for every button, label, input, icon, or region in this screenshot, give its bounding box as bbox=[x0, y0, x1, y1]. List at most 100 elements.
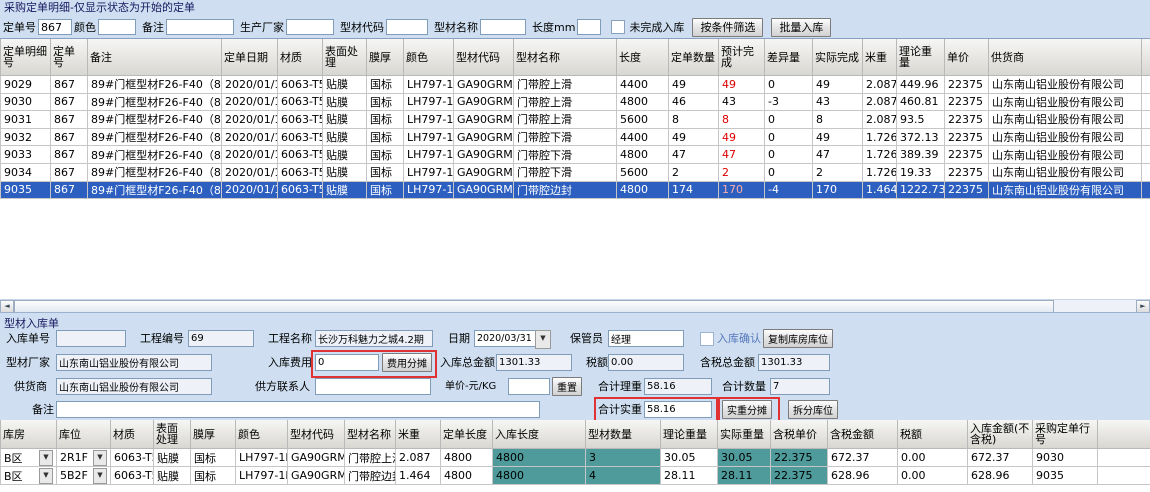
order-table-cell[interactable]: 9035 bbox=[1, 181, 51, 199]
order-table-cell[interactable]: 贴膜 bbox=[323, 146, 367, 164]
inbound-table-cell[interactable]: GA90GRM03 bbox=[288, 449, 345, 467]
order-table-cell[interactable]: 0 bbox=[765, 128, 813, 146]
order-table-cell[interactable]: 22375 bbox=[945, 181, 989, 199]
order-table-row[interactable]: 903286789#门框型材F26-F40（866+867）2020/01/13… bbox=[1, 128, 1150, 146]
inbound-table-cell[interactable]: 3 bbox=[586, 449, 661, 467]
order-table-cell[interactable] bbox=[1142, 146, 1150, 164]
order-table-cell[interactable]: 43 bbox=[719, 93, 765, 111]
order-table-cell[interactable]: 山东南山铝业股份有限公司 bbox=[989, 93, 1142, 111]
order-table-cell[interactable]: 2020/01/13 bbox=[222, 181, 278, 199]
order-table-cell[interactable]: 2.087 bbox=[863, 76, 897, 94]
inbound-table-cell[interactable]: 22.375 bbox=[771, 449, 828, 467]
order-table-cell[interactable]: 贴膜 bbox=[323, 111, 367, 129]
order-table-cell[interactable]: 9030 bbox=[1, 93, 51, 111]
order-table-cell[interactable]: 1.726 bbox=[863, 146, 897, 164]
order-table-cell[interactable]: 6063-T5 bbox=[278, 181, 323, 199]
order-table-cell[interactable]: 9034 bbox=[1, 163, 51, 181]
order-table-row[interactable]: 902986789#门框型材F26-F40（866+867）2020/01/13… bbox=[1, 76, 1150, 94]
inbound-table-cell[interactable]: 0.00 bbox=[898, 467, 968, 485]
order-table-cell[interactable]: LH797-1LL0 bbox=[404, 93, 454, 111]
order-table-cell[interactable]: 22375 bbox=[945, 93, 989, 111]
order-table-cell[interactable]: 国标 bbox=[367, 163, 404, 181]
theory-weight-input[interactable] bbox=[644, 378, 712, 395]
inbound-table-cell[interactable]: 贴膜 bbox=[154, 467, 191, 485]
unfinished-checkbox[interactable] bbox=[611, 20, 625, 34]
fee-input[interactable] bbox=[315, 354, 379, 371]
order-table-cell[interactable]: 22375 bbox=[945, 128, 989, 146]
order-table-cell[interactable]: LH797-1LL0 bbox=[404, 76, 454, 94]
order-table-cell[interactable]: 4800 bbox=[617, 93, 669, 111]
inbound-table-cell[interactable]: B区▼ bbox=[1, 467, 57, 485]
order-table-cell[interactable]: 山东南山铝业股份有限公司 bbox=[989, 111, 1142, 129]
order-table-row[interactable]: 903086789#门框型材F26-F40（866+867）2020/01/13… bbox=[1, 93, 1150, 111]
order-table-cell[interactable]: 5600 bbox=[617, 111, 669, 129]
order-table-cell[interactable]: 93.5 bbox=[897, 111, 945, 129]
order-table-cell[interactable]: 9029 bbox=[1, 76, 51, 94]
order-table-cell[interactable]: 贴膜 bbox=[323, 93, 367, 111]
fee-allocate-button[interactable]: 费用分摊 bbox=[382, 353, 432, 372]
order-table-cell[interactable]: 8 bbox=[669, 111, 719, 129]
order-table-cell[interactable]: 2 bbox=[669, 163, 719, 181]
order-table-cell[interactable]: 门带腔下滑 bbox=[514, 163, 617, 181]
order-table-cell[interactable]: GA90GRM03 bbox=[454, 111, 514, 129]
date-dropdown-icon[interactable]: ▼ bbox=[535, 330, 551, 349]
combo-dropdown-icon[interactable]: ▼ bbox=[93, 450, 107, 466]
order-table-cell[interactable]: 372.13 bbox=[897, 128, 945, 146]
order-table-cell[interactable]: 6063-T5 bbox=[278, 128, 323, 146]
inbound-table-cell[interactable]: 4 bbox=[586, 467, 661, 485]
inbound-table-cell[interactable]: 国标 bbox=[191, 467, 236, 485]
order-table-cell[interactable]: 43 bbox=[813, 93, 863, 111]
inbound-table-cell[interactable]: 1.464 bbox=[396, 467, 441, 485]
order-table-cell[interactable] bbox=[1142, 181, 1150, 199]
inbound-table-cell[interactable]: 28.11 bbox=[661, 467, 718, 485]
order-table-cell[interactable]: 49 bbox=[719, 128, 765, 146]
order-table-cell[interactable]: 国标 bbox=[367, 181, 404, 199]
order-table-cell[interactable]: 贴膜 bbox=[323, 181, 367, 199]
order-table-cell[interactable]: 22375 bbox=[945, 146, 989, 164]
order-table-cell[interactable]: 49 bbox=[669, 76, 719, 94]
order-table-cell[interactable]: 0 bbox=[765, 163, 813, 181]
order-table-cell[interactable]: 2020/01/13 bbox=[222, 146, 278, 164]
factory-input[interactable] bbox=[56, 354, 212, 371]
order-table-cell[interactable]: GA90GRM04 bbox=[454, 163, 514, 181]
order-table-cell[interactable]: 2.087 bbox=[863, 93, 897, 111]
order-table-cell[interactable]: -3 bbox=[765, 93, 813, 111]
order-table-cell[interactable]: 1222.73 bbox=[897, 181, 945, 199]
filter-order-no-input[interactable] bbox=[38, 19, 72, 35]
order-table-cell[interactable]: 89#门框型材F26-F40（866+867） bbox=[88, 93, 222, 111]
order-table-cell[interactable]: 国标 bbox=[367, 146, 404, 164]
order-table-cell[interactable]: 867 bbox=[51, 146, 88, 164]
inbound-table-row[interactable]: B区▼2R1F▼6063-T5贴膜国标LH797-1LL0GA90GRM03门带… bbox=[1, 449, 1150, 467]
total-qty-input[interactable] bbox=[770, 378, 830, 395]
order-table-cell[interactable]: 门带腔下滑 bbox=[514, 128, 617, 146]
inbound-table-cell[interactable]: LH797-1LL0 bbox=[236, 449, 288, 467]
order-table-cell[interactable]: 174 bbox=[669, 181, 719, 199]
order-table-cell[interactable] bbox=[1142, 93, 1150, 111]
order-table-cell[interactable]: 89#门框型材F26-F40（866+867） bbox=[88, 128, 222, 146]
order-table-cell[interactable]: 2020/01/13 bbox=[222, 128, 278, 146]
order-table-cell[interactable]: 山东南山铝业股份有限公司 bbox=[989, 128, 1142, 146]
order-table-cell[interactable]: 8 bbox=[719, 111, 765, 129]
order-table-cell[interactable]: 1.726 bbox=[863, 163, 897, 181]
order-table-cell[interactable]: 19.33 bbox=[897, 163, 945, 181]
order-table-cell[interactable]: 国标 bbox=[367, 111, 404, 129]
order-table-cell[interactable]: 47 bbox=[669, 146, 719, 164]
order-table-cell[interactable]: LH797-1LL0 bbox=[404, 146, 454, 164]
order-table-cell[interactable]: 门带腔上滑 bbox=[514, 93, 617, 111]
weight-allocate-button[interactable]: 实重分摊 bbox=[722, 400, 772, 419]
order-table-cell[interactable]: 9033 bbox=[1, 146, 51, 164]
tax-total-input[interactable] bbox=[758, 354, 830, 371]
order-table-cell[interactable]: 389.39 bbox=[897, 146, 945, 164]
actual-weight-input[interactable] bbox=[644, 401, 712, 418]
order-table-cell[interactable]: 22375 bbox=[945, 76, 989, 94]
inbound-table-cell[interactable]: 门带腔上滑 bbox=[345, 449, 396, 467]
inbound-table-cell[interactable]: 6063-T5 bbox=[111, 467, 154, 485]
inbound-table-cell[interactable]: 国标 bbox=[191, 449, 236, 467]
order-table-cell[interactable]: 1.726 bbox=[863, 128, 897, 146]
h-scrollbar[interactable]: ◄ ► bbox=[0, 299, 1150, 313]
inbound-table-cell[interactable]: 9035 bbox=[1033, 467, 1098, 485]
order-table-cell[interactable]: 49 bbox=[813, 128, 863, 146]
inbound-table-cell[interactable]: 0.00 bbox=[898, 449, 968, 467]
supplier-input[interactable] bbox=[56, 378, 212, 395]
order-table-cell[interactable]: LH797-1LL0 bbox=[404, 128, 454, 146]
